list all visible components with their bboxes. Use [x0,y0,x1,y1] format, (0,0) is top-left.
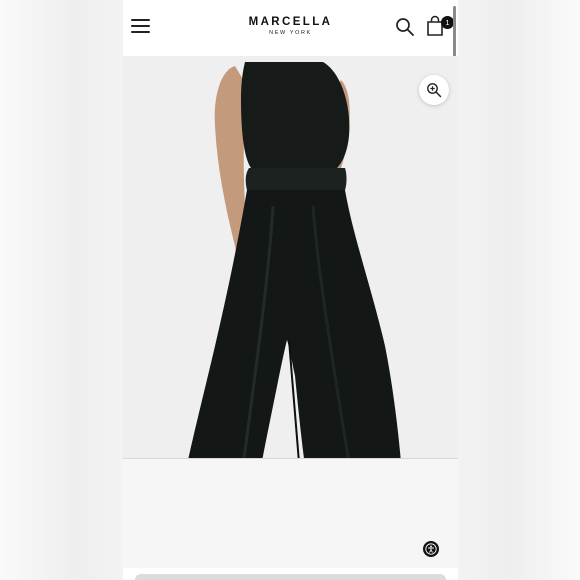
studio-floor [123,458,458,568]
zoom-in-icon[interactable] [419,75,449,105]
mobile-screen: MARCELLA NEW YORK 1 [123,0,458,580]
search-icon[interactable] [395,17,415,37]
background-blur-left [0,0,123,580]
product-image[interactable] [123,56,458,568]
accessibility-icon[interactable] [423,541,439,557]
background-blur-right [458,0,580,580]
site-header: MARCELLA NEW YORK 1 [123,0,458,68]
bottom-sheet-handle[interactable] [135,574,446,580]
